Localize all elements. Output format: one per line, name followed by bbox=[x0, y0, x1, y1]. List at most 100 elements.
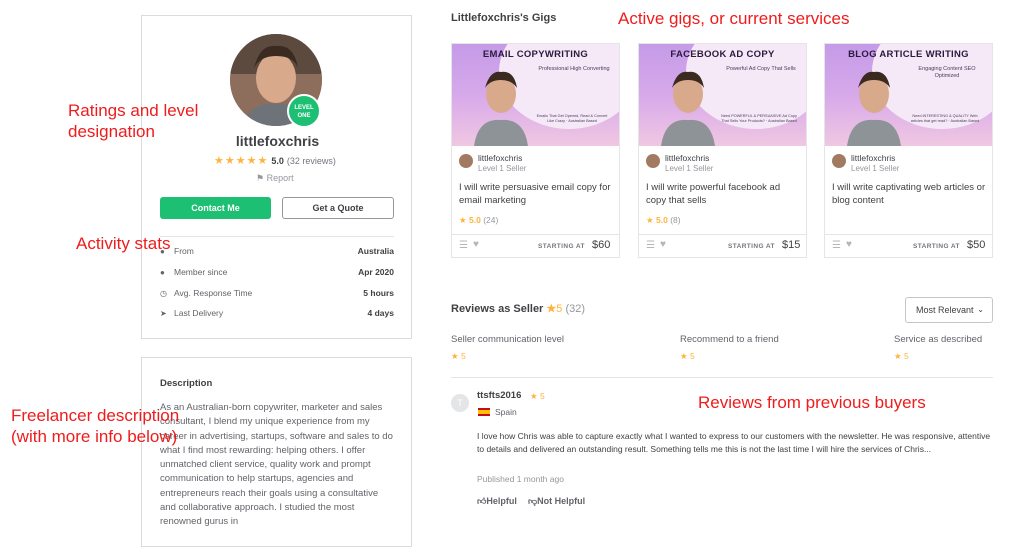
annotation-ratings: Ratings and level designation bbox=[68, 101, 199, 141]
reviewer-avatar: T bbox=[451, 394, 469, 412]
thumbnail-subtitle: Professional High Converting bbox=[538, 66, 610, 72]
seller-avatar[interactable] bbox=[646, 154, 660, 168]
breakdown-value: ★ 5 bbox=[894, 351, 909, 361]
starting-at-label: STARTING AT bbox=[538, 243, 585, 250]
rating-count: (24) bbox=[483, 215, 499, 225]
report-link[interactable]: ⚑ Report bbox=[256, 173, 294, 184]
gig-title-link[interactable]: I will write captivating web articles or… bbox=[832, 181, 987, 207]
reviewer-country: Spain bbox=[495, 407, 517, 417]
not-helpful-button[interactable]: 👎︎Not Helpful bbox=[528, 496, 585, 507]
level-badge: LEVEL ONE bbox=[287, 94, 321, 128]
stat-label: Avg. Response Time bbox=[174, 288, 253, 298]
thumbnail-tagline: Need INTERESTING & QUALITY Web articles … bbox=[910, 114, 980, 123]
gig-price: $15 bbox=[782, 239, 801, 251]
seller-photo bbox=[847, 71, 901, 146]
seller-name[interactable]: littlefoxchris bbox=[478, 153, 522, 163]
thumbnail-title: EMAIL COPYWRITING bbox=[482, 49, 589, 60]
starting-at-label: STARTING AT bbox=[728, 243, 775, 250]
divider bbox=[160, 236, 394, 237]
thumbs-up-icon: 👍︎ bbox=[477, 496, 487, 506]
reviews-rating: 5 bbox=[556, 303, 563, 315]
gig-card[interactable]: EMAIL COPYWRITING Professional High Conv… bbox=[451, 43, 620, 258]
star-icons: ★★★★★ bbox=[214, 155, 269, 167]
get-a-quote-button[interactable]: Get a Quote bbox=[282, 197, 394, 219]
seller-avatar[interactable] bbox=[832, 154, 846, 168]
gig-price: $60 bbox=[592, 239, 611, 251]
seller-level: Level 1 Seller bbox=[478, 164, 527, 173]
annotation-activity: Activity stats bbox=[76, 234, 171, 253]
stat-label: Last Delivery bbox=[174, 308, 224, 318]
reviewer-rating: ★ 5 bbox=[530, 391, 545, 401]
menu-icon[interactable]: ☰ bbox=[459, 240, 468, 251]
sort-dropdown[interactable]: Most Relevant ⌄ bbox=[905, 297, 993, 323]
reviews-title: Reviews as Seller ★5 (32) bbox=[451, 302, 585, 315]
breakdown-label: Service as described bbox=[894, 334, 983, 345]
gig-thumbnail[interactable]: FACEBOOK AD COPY Powerful Ad Copy That S… bbox=[639, 44, 806, 146]
gig-card[interactable]: BLOG ARTICLE WRITING Engaging Content SE… bbox=[824, 43, 993, 258]
stat-row-last-delivery: ➤ Last Delivery 4 days bbox=[160, 308, 394, 322]
spain-flag-icon bbox=[478, 408, 490, 416]
heart-icon[interactable]: ♥ bbox=[846, 239, 852, 250]
menu-icon[interactable]: ☰ bbox=[832, 240, 841, 251]
not-helpful-label: Not Helpful bbox=[537, 496, 586, 506]
thumbnail-title: BLOG ARTICLE WRITING bbox=[848, 49, 969, 60]
gig-title-link[interactable]: I will write powerful facebook ad copy t… bbox=[646, 181, 801, 207]
thumbnail-subtitle: Engaging Content SEO Optimized bbox=[918, 66, 976, 79]
heart-icon[interactable]: ♥ bbox=[473, 239, 479, 250]
user-icon: ● bbox=[160, 268, 165, 277]
seller-photo bbox=[474, 71, 528, 146]
helpful-label: Helpful bbox=[486, 496, 517, 506]
heart-icon[interactable]: ♥ bbox=[660, 239, 666, 250]
star-icon: ★ bbox=[646, 215, 654, 225]
gig-thumbnail[interactable]: EMAIL COPYWRITING Professional High Conv… bbox=[452, 44, 619, 146]
flag-icon: ⚑ bbox=[256, 173, 265, 183]
sort-label: Most Relevant bbox=[916, 305, 974, 315]
reviews-count: (32) bbox=[565, 303, 586, 315]
stat-value: 5 hours bbox=[363, 288, 394, 298]
review-published: Published 1 month ago bbox=[477, 474, 564, 484]
breakdown-value: ★ 5 bbox=[451, 351, 466, 361]
stat-label: Member since bbox=[174, 267, 228, 277]
gig-price: $50 bbox=[967, 239, 986, 251]
profile-card: LEVEL ONE littlefoxchris ★★★★★ 5.0 (32 rev… bbox=[141, 15, 412, 339]
gig-card[interactable]: FACEBOOK AD COPY Powerful Ad Copy That S… bbox=[638, 43, 807, 258]
clock-icon: ◷ bbox=[160, 289, 167, 298]
seller-level: Level 1 Seller bbox=[665, 164, 714, 173]
rating-value: 5.0 bbox=[656, 215, 668, 225]
seller-photo bbox=[661, 71, 715, 146]
breakdown-value: ★ 5 bbox=[680, 351, 695, 361]
thumbnail-tagline: Emails That Get Opened, Read & Convert L… bbox=[536, 114, 608, 123]
divider bbox=[451, 377, 993, 378]
report-label: Report bbox=[266, 173, 294, 183]
menu-icon[interactable]: ☰ bbox=[646, 240, 655, 251]
gig-thumbnail[interactable]: BLOG ARTICLE WRITING Engaging Content SE… bbox=[825, 44, 992, 146]
gig-rating: ★ 5.0 (24) bbox=[459, 215, 498, 226]
contact-me-button[interactable]: Contact Me bbox=[160, 197, 271, 219]
thumbnail-title: FACEBOOK AD COPY bbox=[670, 49, 775, 60]
stat-row-from: ● From Australia bbox=[160, 246, 394, 260]
gigs-title: Littlefoxchris's Gigs bbox=[451, 12, 557, 24]
breakdown-label: Seller communication level bbox=[451, 334, 564, 345]
star-icon: ★ bbox=[546, 303, 557, 315]
thumbnail-subtitle: Powerful Ad Copy That Sells bbox=[726, 66, 796, 72]
reviews-count[interactable]: (32 reviews) bbox=[287, 156, 336, 166]
thumbs-down-icon: 👎︎ bbox=[528, 496, 538, 506]
divider bbox=[825, 234, 992, 235]
seller-name[interactable]: littlefoxchris bbox=[851, 153, 895, 163]
breakdown-label: Recommend to a friend bbox=[680, 334, 779, 345]
stat-label: From bbox=[174, 246, 194, 256]
stat-row-member-since: ● Member since Apr 2020 bbox=[160, 267, 394, 281]
rating-score: 5.0 bbox=[271, 156, 284, 166]
stat-row-response-time: ◷ Avg. Response Time 5 hours bbox=[160, 288, 394, 302]
divider bbox=[452, 234, 619, 235]
description-title: Description bbox=[160, 378, 213, 389]
seller-avatar[interactable] bbox=[459, 154, 473, 168]
gig-rating: ★ 5.0 (8) bbox=[646, 215, 681, 226]
annotation-freelancer: Freelancer description (with more info b… bbox=[11, 406, 180, 446]
annotation-gigs: Active gigs, or current services bbox=[618, 9, 850, 28]
reviews-heading: Reviews as Seller bbox=[451, 303, 544, 315]
helpful-button[interactable]: 👍︎Helpful bbox=[477, 496, 517, 507]
seller-name[interactable]: littlefoxchris bbox=[665, 153, 709, 163]
star-icon: ★ bbox=[459, 215, 467, 225]
gig-title-link[interactable]: I will write persuasive email copy for e… bbox=[459, 181, 614, 207]
